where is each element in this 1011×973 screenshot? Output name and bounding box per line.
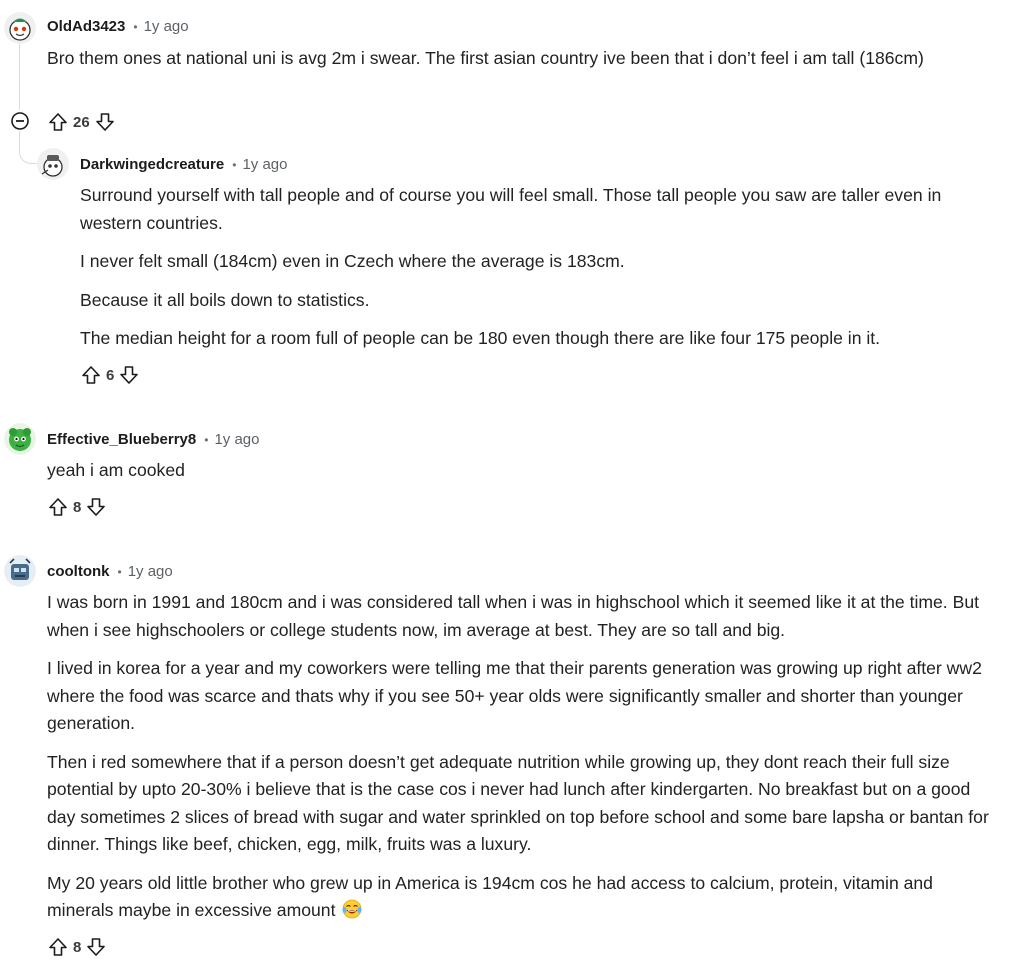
downvote-icon [87, 498, 106, 516]
laughing-emoji-icon [341, 899, 363, 928]
downvote-button[interactable] [94, 111, 116, 133]
comment-paragraph: Because it all boils down to statistics. [80, 289, 370, 310]
upvote-icon [49, 938, 67, 956]
vote-bar: 8 [47, 495, 107, 519]
upvote-button[interactable] [47, 496, 69, 518]
comment-age[interactable]: 1y ago [144, 18, 189, 35]
separator-dot: • [204, 432, 209, 447]
avatar[interactable] [4, 12, 36, 44]
thread-line [19, 44, 20, 110]
comment-paragraph: I never felt small (184cm) even in Czech… [80, 251, 625, 271]
comment-paragraph: yeah i am cooked [47, 460, 185, 480]
comment-age[interactable]: 1y ago [242, 156, 287, 173]
comment-paragraph: I lived in korea for a year and my cowor… [47, 658, 982, 733]
thread-line-curve [19, 141, 37, 164]
comment-paragraph-text: My 20 years old little brother who grew … [47, 872, 933, 921]
comment-age[interactable]: 1y ago [128, 563, 173, 580]
vote-score: 26 [73, 113, 90, 131]
downvote-icon [87, 938, 106, 956]
comment-body: Surround yourself with tall people and o… [80, 182, 1005, 353]
comment-paragraph: Bro them ones at national uni is avg 2m … [47, 48, 924, 68]
comment-paragraph: Surround yourself with tall people and o… [80, 185, 942, 233]
separator-dot: • [117, 564, 122, 579]
comment-age[interactable]: 1y ago [214, 431, 259, 448]
comment-paragraph: Then i red somewhere that if a person do… [47, 751, 989, 855]
comment-body: Bro them ones at national uni is avg 2m … [47, 45, 997, 73]
username[interactable]: Darkwingedcreature [80, 156, 224, 173]
comment-paragraph: The median height for a room full of peo… [80, 328, 881, 348]
comment-paragraph-last: My 20 years old little brother who grew … [47, 870, 997, 928]
vote-bar: 6 [80, 363, 140, 387]
downvote-icon [120, 366, 139, 384]
avatar[interactable] [4, 555, 36, 587]
downvote-button[interactable] [85, 936, 107, 958]
vote-score: 8 [73, 938, 82, 956]
upvote-icon [49, 498, 67, 516]
avatar[interactable] [37, 148, 69, 180]
upvote-icon [49, 113, 67, 131]
upvote-button[interactable] [47, 936, 69, 958]
separator-dot: • [232, 157, 237, 172]
avatar[interactable] [4, 423, 36, 455]
upvote-button[interactable] [80, 364, 102, 386]
username[interactable]: Effective_Blueberry8 [47, 431, 196, 448]
avatar-icon [4, 12, 36, 44]
collapse-button[interactable] [10, 111, 30, 131]
username[interactable]: cooltonk [47, 563, 110, 580]
vote-score: 8 [73, 498, 82, 516]
collapse-icon [11, 112, 29, 130]
downvote-button[interactable] [118, 364, 140, 386]
vote-bar: 26 [47, 110, 116, 134]
avatar-icon [4, 423, 36, 455]
comment-paragraph: I was born in 1991 and 180cm and i was c… [47, 592, 979, 640]
comment-body: yeah i am cooked [47, 457, 997, 485]
separator-dot: • [133, 19, 138, 34]
upvote-icon [82, 366, 100, 384]
username[interactable]: OldAd3423 [47, 18, 125, 35]
comment-body: I was born in 1991 and 180cm and i was c… [47, 589, 997, 928]
upvote-button[interactable] [47, 111, 69, 133]
downvote-icon [95, 113, 114, 131]
avatar-icon [4, 555, 36, 587]
vote-score: 6 [106, 366, 115, 384]
downvote-button[interactable] [85, 496, 107, 518]
avatar-icon [37, 148, 69, 180]
vote-bar: 8 [47, 935, 107, 959]
